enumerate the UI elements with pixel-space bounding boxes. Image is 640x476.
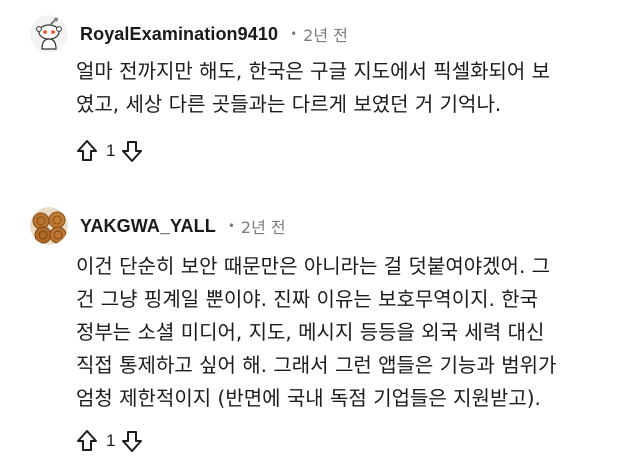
upvote-arrow-icon[interactable] bbox=[76, 429, 98, 453]
comment: YAKGWA_YALL • 2년 전 이건 단순히 보안 때문만은 아니라는 걸… bbox=[0, 200, 640, 476]
comment-line: 정부는 소셜 미디어, 지도, 메시지 등등을 외국 세력 대신 bbox=[76, 320, 545, 344]
comment-header: YAKGWA_YALL • 2년 전 bbox=[30, 206, 286, 246]
separator-dot: • bbox=[227, 219, 235, 233]
vote-count: 1 bbox=[106, 431, 116, 450]
avatar[interactable] bbox=[30, 207, 68, 245]
separator-dot: • bbox=[290, 27, 298, 41]
comment-line: 였고, 세상 다른 곳들과는 다르게 보였던 거 기억나. bbox=[76, 92, 502, 116]
vote-actions: 1 bbox=[76, 136, 143, 166]
vote-actions: 1 bbox=[76, 426, 143, 456]
comment-header: RoyalExamination9410 • 2년 전 bbox=[30, 14, 348, 54]
comment-line: 건 그냥 핑계일 뿐이야. 진짜 이유는 보호무역이지. 한국 bbox=[76, 287, 539, 311]
timestamp: 2년 전 bbox=[303, 26, 348, 45]
comment-line: 직접 통제하고 싶어 해. 그래서 그런 앱들은 기능과 범위가 bbox=[76, 353, 557, 377]
comment-body: 얼마 전까지만 해도, 한국은 구글 지도에서 픽셀화되어 보 였고, 세상 다… bbox=[76, 55, 620, 121]
timestamp: 2년 전 bbox=[240, 218, 286, 237]
vote-count: 1 bbox=[106, 141, 116, 160]
username[interactable]: YAKGWA_YALL bbox=[80, 216, 216, 237]
comment-line: 엄청 제한적이지 (반면에 국내 독점 기업들은 지원받고). bbox=[76, 386, 541, 410]
downvote-arrow-icon[interactable] bbox=[121, 139, 143, 163]
comment-body: 이건 단순히 보안 때문만은 아니라는 걸 덧붙여야겠어. 그 건 그냥 핑계일… bbox=[76, 250, 620, 415]
downvote-arrow-icon[interactable] bbox=[121, 429, 143, 453]
comment-line: 이건 단순히 보안 때문만은 아니라는 걸 덧붙여야겠어. 그 bbox=[76, 254, 551, 278]
snoo-avatar-icon bbox=[30, 15, 68, 53]
yakgwa-cookie-avatar-icon bbox=[30, 207, 68, 245]
comment: RoyalExamination9410 • 2년 전 얼마 전까지만 해도, … bbox=[0, 0, 640, 190]
upvote-arrow-icon[interactable] bbox=[76, 139, 98, 163]
username[interactable]: RoyalExamination9410 bbox=[80, 24, 278, 45]
comment-line: 얼마 전까지만 해도, 한국은 구글 지도에서 픽셀화되어 보 bbox=[76, 59, 551, 83]
avatar[interactable] bbox=[30, 15, 68, 53]
